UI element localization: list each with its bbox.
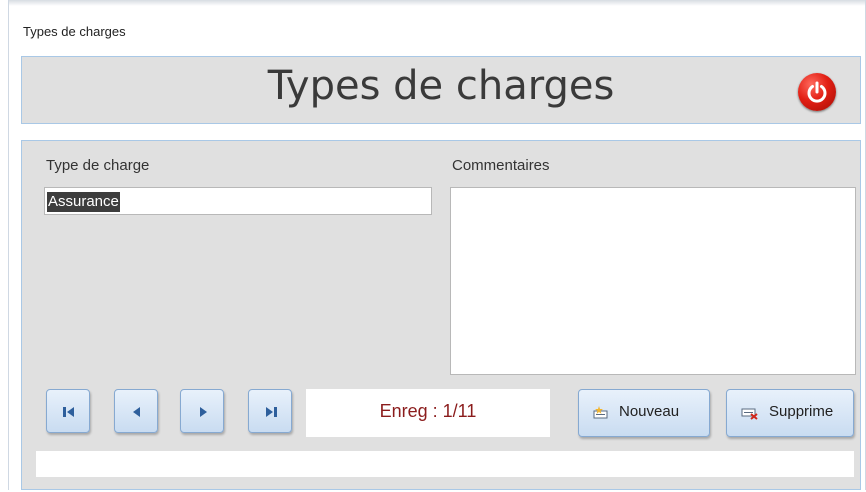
page-title: Types de charges [267,63,615,109]
type-charge-value: Assurance [47,192,120,212]
last-record-button[interactable] [248,389,292,433]
previous-record-button[interactable] [114,389,158,433]
new-record-icon [593,406,608,419]
type-charge-label: Type de charge [46,157,150,174]
window-title: Types de charges [23,24,126,39]
first-record-button[interactable] [46,389,90,433]
comments-textarea[interactable] [450,187,856,375]
first-record-icon [63,407,74,417]
delete-record-icon [741,408,758,420]
form-detail: Type de charge Assurance Commentaires En… [21,140,861,490]
record-counter: Enreg : 1/11 [306,389,550,437]
next-record-icon [200,407,207,417]
form-window: Types de charges Types de charges Type d… [8,0,866,490]
previous-record-icon [133,407,140,417]
close-form-button[interactable] [798,73,836,111]
type-charge-input[interactable]: Assurance [44,187,432,215]
comments-label: Commentaires [452,157,550,174]
delete-record-button[interactable]: Supprime [726,389,854,437]
last-record-icon [266,407,277,417]
window-top-strip [9,0,865,6]
status-bar [36,451,854,477]
power-icon [807,81,827,103]
new-record-label: Nouveau [619,403,680,420]
next-record-button[interactable] [180,389,224,433]
delete-record-label: Supprime [769,403,834,420]
new-record-button[interactable]: Nouveau [578,389,710,437]
form-header: Types de charges [21,56,861,124]
